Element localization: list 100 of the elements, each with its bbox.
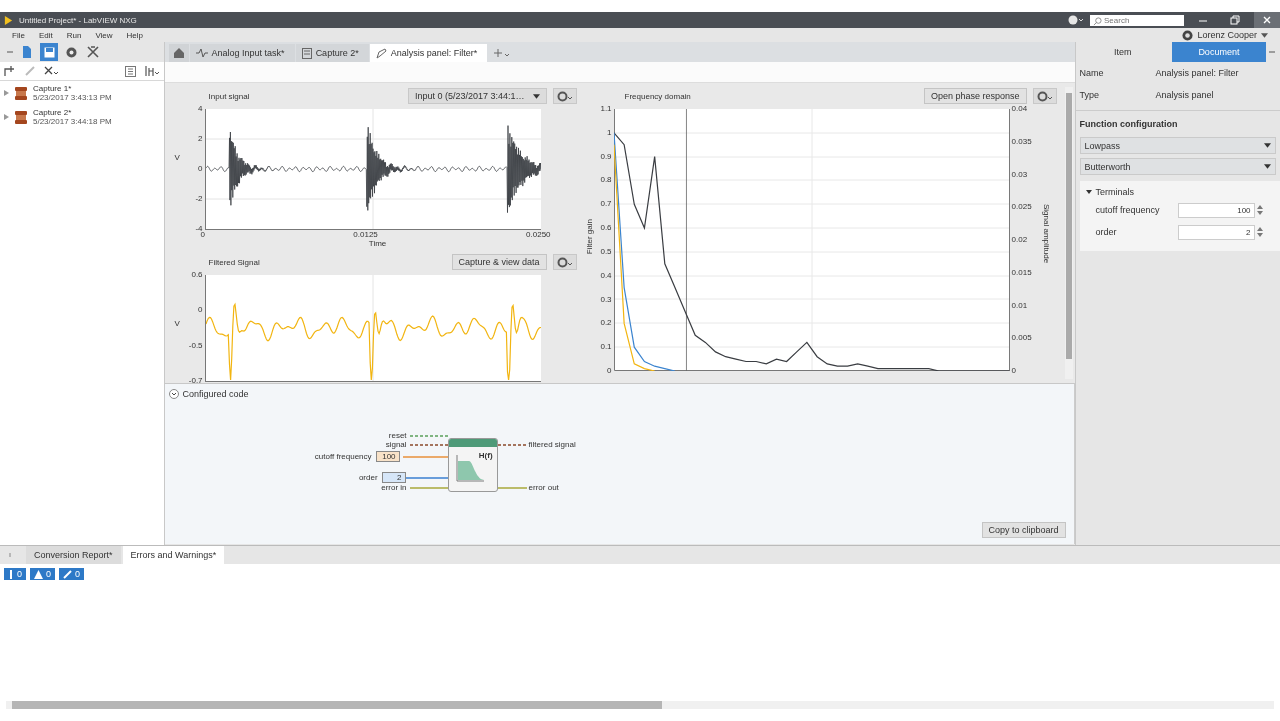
- property-label: Type: [1079, 90, 1101, 100]
- play-logo-icon: [4, 15, 13, 25]
- page-icon: [22, 46, 32, 58]
- menu-item[interactable]: Help: [126, 30, 144, 40]
- add-item-icon[interactable]: [4, 65, 16, 77]
- menu-item[interactable]: Run: [66, 30, 82, 40]
- y2-tick-label: 0.025: [1011, 203, 1032, 212]
- scrollbar[interactable]: [1064, 87, 1073, 379]
- scrollbar[interactable]: [6, 701, 1274, 709]
- constant-field[interactable]: 2: [381, 472, 406, 483]
- y2-axis-label: Signal amplitude: [1041, 204, 1051, 264]
- terminal-label: cutoff frequency: [1095, 205, 1161, 215]
- constant-field[interactable]: 100: [375, 451, 400, 462]
- list-icon[interactable]: [124, 65, 136, 77]
- menu-item[interactable]: View: [95, 30, 113, 40]
- error-filter-button[interactable]: 0: [4, 568, 26, 580]
- panel-tab[interactable]: Item: [1075, 42, 1170, 62]
- panel-tab[interactable]: Conversion Report*: [26, 546, 121, 564]
- terminal-label: order: [358, 473, 378, 483]
- source-dropdown[interactable]: Input 0 (5/23/2017 3:44:1…: [407, 88, 547, 104]
- y-axis-label: Filter gain: [584, 219, 594, 255]
- sheet-icon: [301, 47, 312, 59]
- feedback-icon[interactable]: [1068, 15, 1084, 25]
- tree-item[interactable]: Capture 1* 5/23/2017 3:43:13 PM: [0, 81, 164, 105]
- chart-title: Input signal: [208, 91, 250, 101]
- y2-tick-label: 0: [1011, 367, 1016, 375]
- close-icon[interactable]: [1254, 12, 1280, 28]
- y-tick-label: 0.3: [600, 295, 612, 304]
- wire: [401, 456, 449, 458]
- settings-button[interactable]: [552, 254, 577, 270]
- caret-icon: [1264, 143, 1271, 148]
- collapse-toggle-icon[interactable]: [168, 389, 179, 399]
- caret-icon[interactable]: [1261, 32, 1268, 38]
- capture-date: 5/23/2017 3:43:13 PM: [33, 93, 112, 102]
- caret-icon: [1264, 164, 1271, 169]
- y-tick-label: 0.6: [600, 224, 612, 233]
- y-tick-label: 0.1: [600, 343, 612, 352]
- phase-response-button[interactable]: Open phase response: [924, 88, 1027, 104]
- numeric-field[interactable]: 100: [1177, 202, 1255, 218]
- y-tick-label: 2: [198, 135, 203, 143]
- dropdown[interactable]: Lowpass: [1079, 137, 1276, 154]
- y-axis-label: V: [174, 319, 181, 328]
- tree-item[interactable]: Capture 2* 5/23/2017 3:44:18 PM: [0, 105, 164, 129]
- capture-button[interactable]: Capture & view data: [451, 254, 547, 270]
- y-tick-label: 0.7: [600, 200, 612, 209]
- file-tab[interactable]: Capture 2*: [295, 44, 369, 62]
- panel-tab[interactable]: Document: [1171, 42, 1266, 62]
- settings-button[interactable]: [552, 88, 577, 104]
- tools-icon: [87, 46, 99, 58]
- panel-tab[interactable]: Errors and Warnings*: [122, 546, 225, 564]
- menu-item[interactable]: File: [12, 30, 25, 40]
- database-icon: [15, 110, 27, 124]
- y-tick-label: 0: [607, 366, 612, 375]
- database-icon: [15, 86, 27, 100]
- add-tab-icon[interactable]: [494, 48, 511, 58]
- y2-tick-label: 0.005: [1011, 334, 1032, 343]
- settings-button[interactable]: [1032, 88, 1057, 104]
- pen-icon: [375, 47, 387, 59]
- y2-tick-label: 0.03: [1011, 170, 1028, 179]
- property-value: Analysis panel: [1155, 90, 1214, 100]
- copy-button[interactable]: Copy to clipboard: [981, 522, 1066, 538]
- capture-name: Capture 2*: [33, 108, 73, 117]
- expand-arrow-icon[interactable]: [1085, 189, 1092, 195]
- section-title: Function configuration: [1075, 110, 1280, 135]
- y2-tick-label: 0.015: [1011, 268, 1032, 277]
- triangle-icon: [34, 569, 43, 579]
- y2-tick-label: 0.01: [1011, 301, 1028, 310]
- search-field[interactable]: Search: [1090, 14, 1184, 26]
- terminal-label: signal: [385, 440, 407, 450]
- cursor-line[interactable]: [685, 109, 687, 371]
- y-tick-label: 0.5: [600, 247, 612, 256]
- globe-icon: [65, 46, 77, 58]
- numeric-field[interactable]: 2: [1177, 224, 1255, 240]
- capture-date: 5/23/2017 3:44:18 PM: [33, 117, 112, 126]
- section-title: Configured code: [182, 389, 249, 399]
- menu-item[interactable]: Edit: [38, 30, 53, 40]
- home-tab[interactable]: [168, 44, 189, 62]
- sort-icon[interactable]: [143, 65, 160, 77]
- user-name[interactable]: Lorenz Cooper: [1197, 30, 1257, 40]
- filter-node[interactable]: H(f): [447, 438, 498, 492]
- capture-name: Capture 1*: [33, 84, 73, 93]
- help-icon[interactable]: [1182, 29, 1194, 41]
- y-tick-label: 0.8: [600, 176, 612, 185]
- terminal-label: reset: [388, 431, 407, 441]
- dropdown[interactable]: Butterworth: [1079, 158, 1276, 175]
- y-tick-label: 1: [607, 128, 612, 137]
- y-tick-label: -0.5: [188, 341, 203, 350]
- wire: [403, 477, 449, 479]
- x-tick-label: 0.0125: [353, 230, 378, 239]
- warning-filter-button[interactable]: 0: [30, 568, 56, 580]
- file-tab[interactable]: Analysis panel: Filter*: [369, 44, 488, 62]
- slash-icon: [63, 569, 73, 579]
- file-tab[interactable]: Analog Input task*: [189, 44, 295, 62]
- info-filter-button[interactable]: 0: [59, 568, 85, 580]
- delete-icon[interactable]: [44, 66, 58, 76]
- disk-button[interactable]: [40, 43, 58, 61]
- x-tick-label: 0.0250: [526, 230, 551, 239]
- caret-icon: [532, 93, 540, 99]
- y-tick-label: 0: [198, 165, 203, 173]
- y-tick-label: 0: [198, 306, 203, 315]
